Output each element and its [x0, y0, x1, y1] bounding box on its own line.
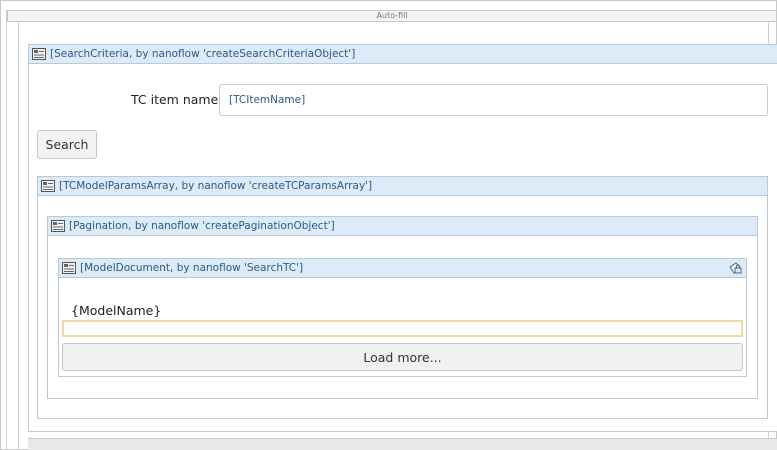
search-button[interactable]: Search — [37, 130, 97, 159]
tc-params-header[interactable]: [TCModelParamsArray, by nanoflow 'create… — [38, 177, 767, 196]
dataview-icon — [32, 48, 46, 60]
model-document-list-area[interactable] — [62, 320, 743, 337]
autofill-label: Auto-fill — [376, 11, 408, 20]
lock-icon[interactable] — [727, 261, 743, 275]
tc-params-title: [TCModelParamsArray, by nanoflow 'create… — [59, 180, 373, 192]
dataview-icon — [51, 220, 65, 232]
model-name-text: {ModelName} — [71, 303, 162, 318]
left-rail-inner — [18, 22, 19, 450]
search-criteria-header[interactable]: [SearchCriteria, by nanoflow 'createSear… — [29, 45, 777, 64]
tc-item-name-label: TC item name — [131, 92, 219, 107]
load-more-button[interactable]: Load more... — [62, 343, 743, 371]
bottom-strip — [28, 438, 777, 450]
pagination-title: [Pagination, by nanoflow 'createPaginati… — [69, 220, 335, 232]
dataview-icon — [41, 180, 55, 192]
pagination-header[interactable]: [Pagination, by nanoflow 'createPaginati… — [48, 217, 757, 236]
tc-item-name-input[interactable]: [TCItemName] — [219, 84, 768, 116]
search-criteria-title: [SearchCriteria, by nanoflow 'createSear… — [50, 48, 356, 60]
model-document-title: [ModelDocument, by nanoflow 'SearchTC'] — [80, 262, 304, 274]
dataview-icon — [62, 262, 76, 274]
model-document-header[interactable]: [ModelDocument, by nanoflow 'SearchTC'] — [59, 259, 746, 278]
autofill-bar[interactable]: Auto-fill — [7, 10, 777, 22]
left-rail-outer — [6, 10, 7, 450]
